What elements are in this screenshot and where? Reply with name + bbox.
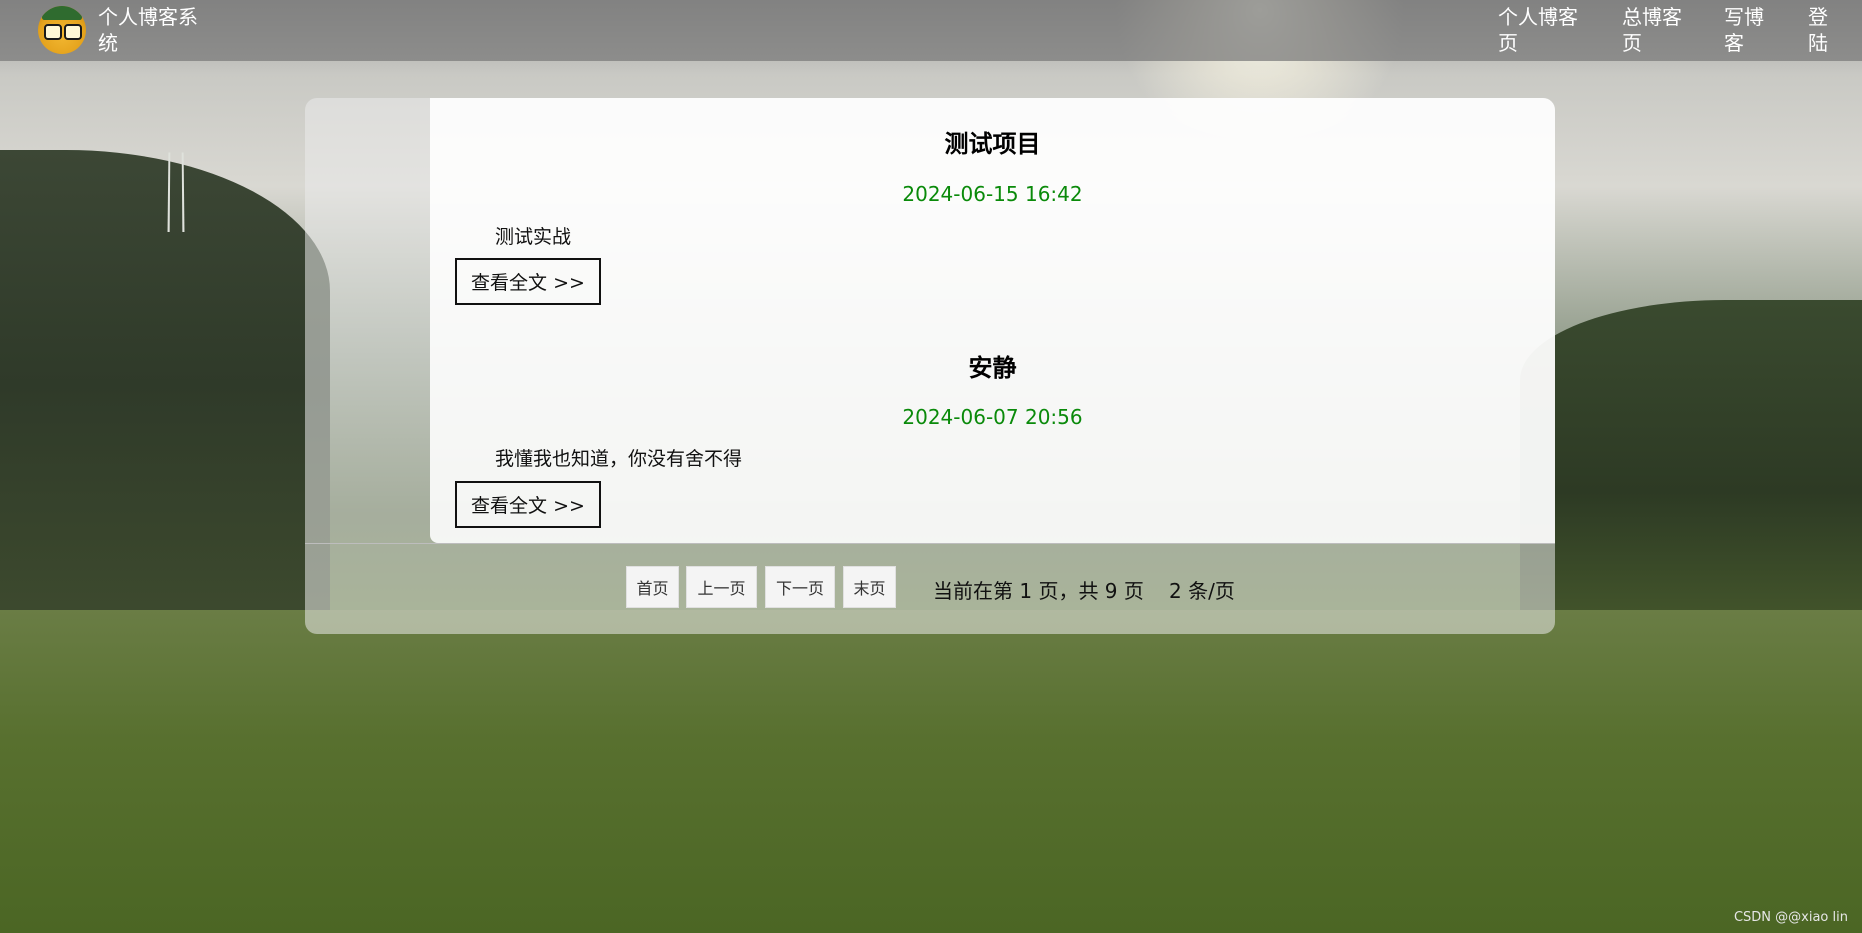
nav-link-all-blogs[interactable]: 总博客页 [1622,4,1692,56]
next-page-button[interactable]: 下一页 [765,566,835,608]
background-hills-left [0,150,330,620]
background-grass [0,610,1862,933]
last-page-button[interactable]: 末页 [843,566,896,608]
divider [305,543,1555,544]
watermark-text: CSDN @@xiao lin [1733,910,1848,925]
post-summary: 我懂我也知道，你没有舍不得 [495,448,743,470]
logo-avatar-icon [38,6,86,54]
prev-page-button[interactable]: 上一页 [686,566,757,608]
post-title: 测试项目 [944,130,1041,158]
blog-list: 测试项目 2024-06-15 16:42 测试实战 查看全文 >> 安静 20… [430,98,1555,543]
site-brand-title: 个人博客系统 [98,5,198,55]
first-page-button[interactable]: 首页 [626,566,679,608]
nav-link-personal-blog[interactable]: 个人博客页 [1498,4,1590,56]
post-date: 2024-06-07 20:56 [902,405,1083,429]
background-tower [167,152,185,232]
background-trees-right [1520,300,1862,620]
read-more-button[interactable]: 查看全文 >> [455,481,601,528]
nav-link-write-blog[interactable]: 写博客 [1724,4,1768,56]
top-nav: 个人博客系统 个人博客页 总博客页 写博客 登陆 [0,0,1862,61]
blog-list-container: 测试项目 2024-06-15 16:42 测试实战 查看全文 >> 安静 20… [305,98,1555,634]
post-date: 2024-06-15 16:42 [902,182,1083,206]
post-title: 安静 [968,354,1017,382]
post-summary: 测试实战 [495,226,572,248]
read-more-button[interactable]: 查看全文 >> [455,258,601,305]
nav-link-login[interactable]: 登陆 [1808,4,1832,56]
page-size-text: 2 条/页 [1169,579,1235,603]
page-status-text: 当前在第 1 页，共 9 页 [933,579,1144,603]
